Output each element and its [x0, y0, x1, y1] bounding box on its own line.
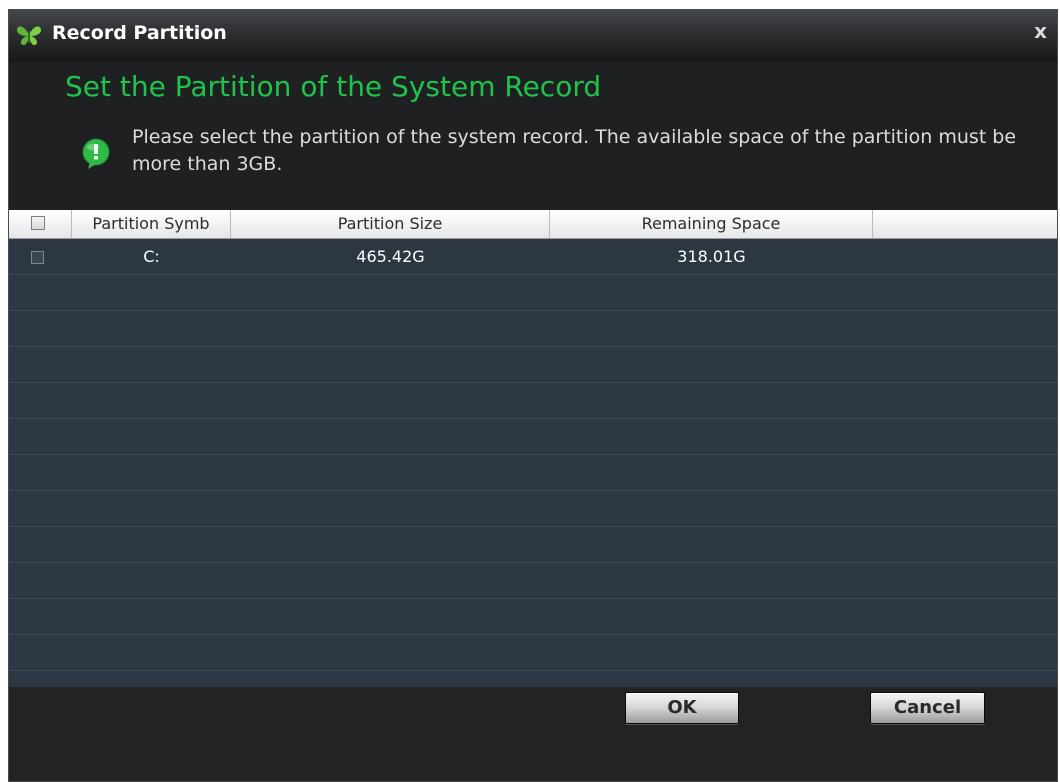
dialog-header: Set the Partition of the System Record P… — [9, 62, 1057, 210]
select-all-checkbox[interactable] — [31, 216, 45, 230]
column-partition-size[interactable]: Partition Size — [231, 210, 550, 238]
table-header: Partition Symb Partition Size Remaining … — [9, 210, 1057, 239]
cell-remaining-space: 318.01G — [677, 247, 746, 266]
page-title: Set the Partition of the System Record — [65, 70, 602, 103]
window-title: Record Partition — [52, 22, 227, 44]
table-row[interactable]: C: 465.42G 318.01G — [9, 239, 1057, 275]
ok-button[interactable]: OK — [625, 692, 739, 724]
title-bar[interactable]: Record Partition x — [9, 10, 1057, 62]
info-bubble-icon — [82, 138, 110, 169]
butterfly-icon — [17, 26, 41, 46]
cell-partition-size: 465.42G — [356, 247, 425, 266]
row-checkbox[interactable] — [31, 251, 44, 264]
table-body: C: 465.42G 318.01G — [9, 239, 1057, 687]
partition-table: Partition Symb Partition Size Remaining … — [9, 210, 1057, 687]
column-empty — [873, 210, 1057, 238]
dialog-footer: OK Cancel — [9, 687, 1057, 781]
info-message: Please select the partition of the syste… — [132, 126, 1017, 175]
cancel-button[interactable]: Cancel — [870, 692, 985, 724]
cell-partition-symbol: C: — [143, 247, 160, 266]
record-partition-dialog: Record Partition x Set the Partition of … — [8, 9, 1058, 782]
column-remaining-space[interactable]: Remaining Space — [550, 210, 873, 238]
close-icon[interactable]: x — [1034, 20, 1047, 42]
select-all-column[interactable] — [9, 210, 72, 238]
column-partition-symbol[interactable]: Partition Symb — [72, 210, 231, 238]
